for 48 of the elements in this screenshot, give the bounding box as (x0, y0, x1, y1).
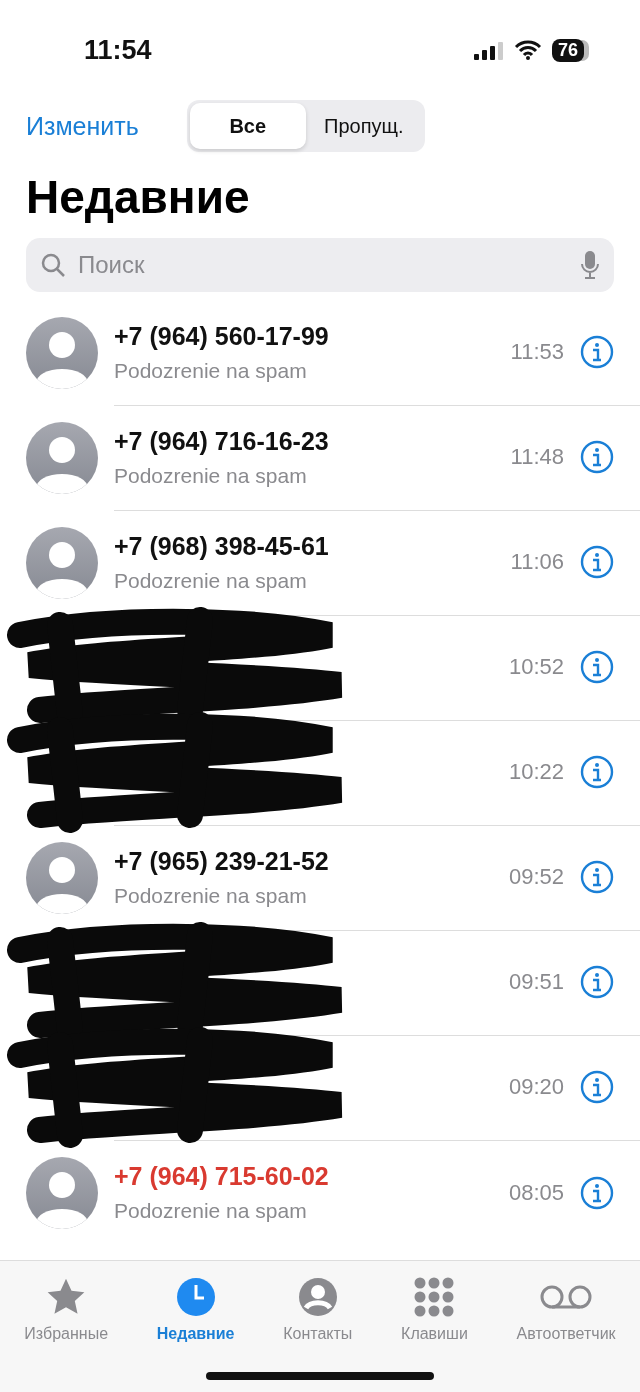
avatar-icon (26, 526, 98, 599)
info-icon[interactable] (580, 965, 614, 999)
call-time: 11:06 (510, 549, 564, 575)
edit-button[interactable]: Изменить (26, 111, 139, 141)
avatar-icon (26, 421, 98, 494)
caller-label: Podozrenie na spam (114, 568, 308, 593)
search-field[interactable]: Поиск (26, 238, 614, 292)
info-icon[interactable] (580, 335, 614, 369)
info-icon[interactable] (580, 1175, 614, 1210)
info-icon[interactable] (580, 545, 614, 579)
call-time: 09:52 (508, 864, 564, 890)
caller-number: +7 (964) 560-17-99 (114, 321, 330, 351)
avatar-icon (26, 841, 98, 914)
info-icon[interactable] (580, 1070, 614, 1104)
info-icon[interactable] (580, 650, 614, 684)
call-time: 09:51 (508, 969, 564, 995)
caller-label: Podozrenie na spam (114, 358, 308, 383)
call-time: 11:53 (510, 339, 564, 365)
info-icon[interactable] (580, 440, 614, 474)
segment-tab[interactable]: Все (189, 103, 306, 149)
call-time: 11:48 (510, 444, 564, 470)
call-time: 08:05 (508, 1179, 564, 1206)
tab-bar-item[interactable]: Избранные (24, 1275, 109, 1392)
wifi-icon (513, 40, 542, 60)
info-icon[interactable] (580, 860, 614, 894)
call-time: 10:22 (508, 759, 564, 785)
segment-tab[interactable]: Пропущ. (305, 103, 422, 149)
caller-number: +7 (968) 398-45-61 (114, 531, 330, 561)
status-time: 11:54 (84, 34, 152, 66)
caller-number: +7 (964) 715-60-02 (114, 1162, 330, 1191)
call-time: 09:20 (508, 1074, 564, 1100)
signal-icon (473, 40, 504, 60)
caller-label: Podozrenie na spam (114, 883, 308, 908)
tab-bar-item[interactable]: Клавиши (401, 1275, 468, 1392)
caller-number: +7 (964) 716-16-23 (114, 426, 330, 456)
search-field[interactable]: Поиск (76, 250, 570, 280)
call-time: 10:52 (508, 654, 564, 680)
page-title: Недавние (26, 170, 251, 224)
avatar-icon (26, 1156, 98, 1229)
caller-number: +7 (965) 239-21-52 (114, 846, 330, 876)
tab-bar-item[interactable]: Автоответчик (516, 1275, 616, 1392)
search-icon (40, 252, 66, 278)
microphone-icon[interactable] (580, 250, 600, 280)
caller-label: Podozrenie na spam (114, 1199, 308, 1223)
info-icon[interactable] (580, 755, 614, 789)
caller-label: Podozrenie na spam (114, 463, 308, 488)
tab-bar-item[interactable]: Недавние (156, 1275, 235, 1392)
avatar-icon (26, 316, 98, 389)
